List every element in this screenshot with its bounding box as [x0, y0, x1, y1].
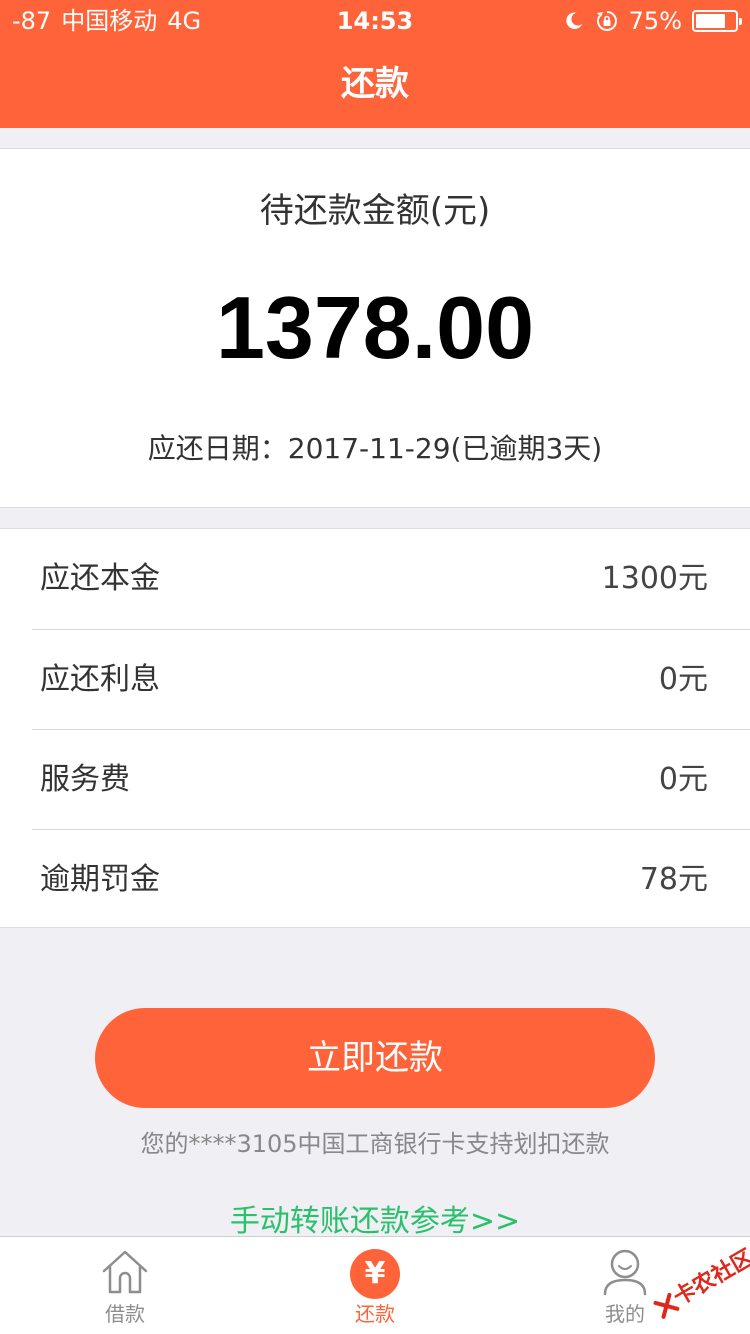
status-bar: -87 中国移动 4G 14:53 75%	[0, 0, 750, 40]
detail-row-service-fee: 服务费 0元	[32, 729, 750, 829]
moon-icon	[565, 12, 582, 29]
detail-label: 逾期罚金	[40, 862, 160, 897]
amount-due-value: 1378.00	[215, 278, 535, 377]
detail-row-penalty: 逾期罚金 78元	[32, 829, 750, 929]
tab-label: 还款	[355, 1302, 395, 1326]
tab-bar: 借款 ¥ 还款 我的	[0, 1236, 750, 1334]
header: -87 中国移动 4G 14:53 75% 还款	[0, 0, 750, 128]
tab-label: 借款	[105, 1302, 145, 1326]
detail-value: 0元	[658, 662, 708, 697]
battery-tip	[739, 18, 742, 25]
house-icon	[102, 1250, 148, 1294]
detail-value: 78元	[639, 862, 708, 897]
tab-borrow[interactable]: 借款	[0, 1237, 250, 1334]
amount-due-label: 待还款金额(元)	[259, 191, 491, 231]
battery-percent: 75%	[628, 7, 682, 35]
repay-now-button[interactable]: 立即还款	[95, 1008, 655, 1108]
detail-row-principal: 应还本金 1300元	[32, 529, 750, 629]
detail-row-interest: 应还利息 0元	[32, 629, 750, 729]
page-title: 还款	[341, 64, 409, 104]
repayment-details: 应还本金 1300元 应还利息 0元 服务费 0元 逾期罚金 78元	[0, 528, 750, 928]
battery-fill	[696, 14, 725, 28]
user-icon	[603, 1249, 647, 1296]
tab-repay[interactable]: ¥ 还款	[250, 1237, 500, 1334]
detail-value: 1300元	[601, 561, 708, 596]
detail-label: 应还利息	[40, 662, 160, 697]
status-right: 75%	[553, 6, 742, 36]
repayment-summary: 待还款金额(元) 1378.00 应还日期：2017-11-29(已逾期3天)	[0, 148, 750, 508]
due-date: 应还日期：2017-11-29(已逾期3天)	[147, 432, 603, 465]
battery-icon	[692, 10, 742, 32]
detail-value: 0元	[658, 762, 708, 797]
yen-icon: ¥	[350, 1249, 400, 1299]
bank-card-note: 您的****3105中国工商银行卡支持划扣还款	[140, 1130, 610, 1158]
rotation-lock-icon	[596, 11, 617, 31]
detail-label: 应还本金	[40, 561, 160, 596]
detail-label: 服务费	[40, 762, 130, 797]
